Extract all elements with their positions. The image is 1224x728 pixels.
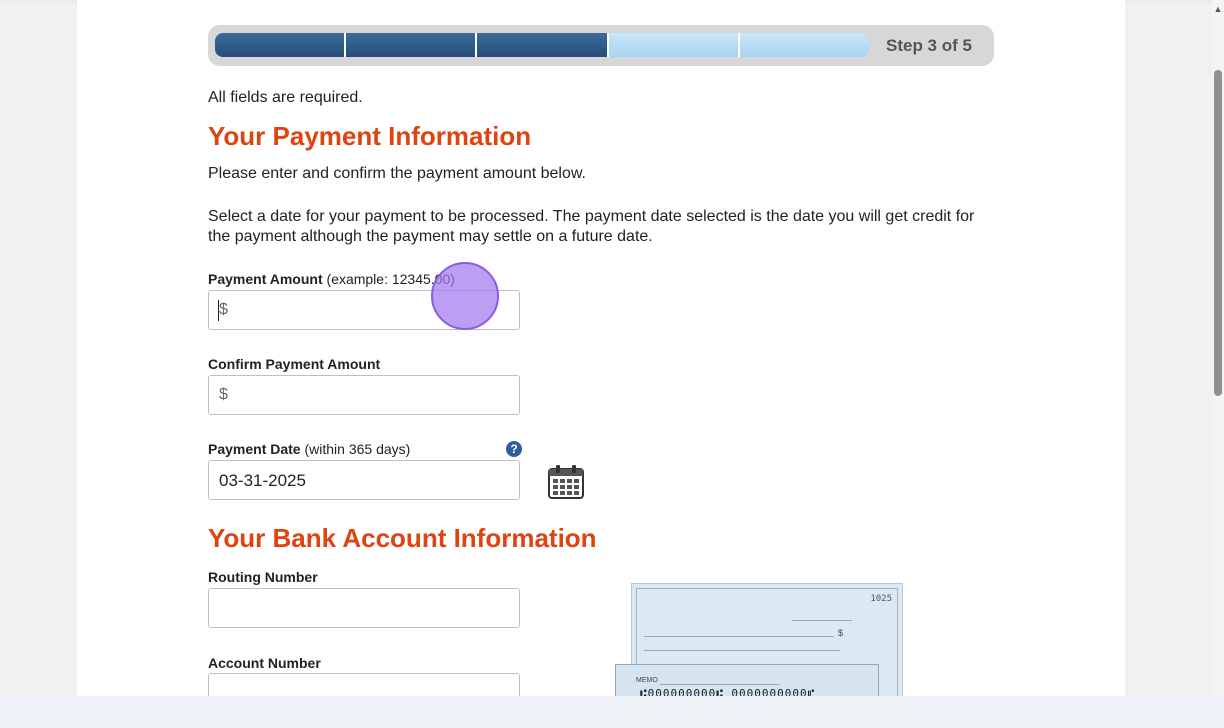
payment-date-label-text: Payment Date (208, 441, 301, 457)
confirm-amount-input[interactable]: $ (208, 375, 520, 415)
step-label: Step 3 of 5 (886, 36, 972, 55)
payment-date-hint: (within 365 days) (304, 441, 411, 457)
payment-date-label: Payment Date (within 365 days) (208, 441, 410, 457)
check-payee-line (644, 636, 834, 637)
scroll-up-arrow-icon[interactable]: ▲ (1213, 4, 1223, 14)
check-amount-line (644, 650, 840, 651)
payment-heading: Your Payment Information (208, 121, 532, 151)
payment-amount-prefix: $ (219, 301, 228, 318)
question-circle-icon[interactable]: ? (506, 441, 522, 457)
payment-amount-label: Payment Amount (example: 12345.00) (208, 271, 455, 287)
check-illustration-front: MEMO ⑆000000000⑆ 0000000000⑈ (615, 664, 879, 696)
payment-form-page: Step 3 of 5 All fields are required. You… (77, 0, 1125, 696)
check-memo-line (660, 684, 780, 685)
payment-amount-label-text: Payment Amount (208, 271, 323, 287)
check-memo-label: MEMO (636, 677, 658, 684)
routing-number-label: Routing Number (208, 569, 318, 585)
progress-segment-2 (344, 33, 476, 57)
confirm-amount-label: Confirm Payment Amount (208, 356, 380, 372)
progress-segment-1 (215, 33, 345, 57)
calendar-icon[interactable] (547, 464, 585, 500)
click-indicator (431, 262, 499, 330)
check-dollar-sign: $ (838, 628, 844, 638)
scrollbar-thumb[interactable] (1214, 70, 1222, 396)
confirm-amount-label-text: Confirm Payment Amount (208, 356, 381, 372)
routing-number-label-text: Routing Number (208, 569, 318, 585)
progress-bar: Step 3 of 5 (208, 25, 994, 66)
check-micr-line: ⑆000000000⑆ 0000000000⑈ (640, 687, 816, 696)
account-number-label-text: Account Number (208, 655, 321, 671)
bank-heading: Your Bank Account Information (208, 523, 597, 553)
check-date-line (792, 620, 852, 621)
account-number-label: Account Number (208, 655, 321, 671)
routing-number-input[interactable] (208, 588, 520, 628)
payment-date-instructions: Select a date for your payment to be pro… (208, 208, 975, 245)
check-number: 1025 (870, 594, 892, 604)
progress-track (215, 33, 869, 57)
bottom-bar (0, 696, 1224, 728)
text-caret (218, 300, 219, 321)
required-note: All fields are required. (208, 89, 363, 106)
account-number-input[interactable] (208, 673, 520, 696)
payment-date-value: 03-31-2025 (219, 471, 306, 490)
payment-instructions: Please enter and confirm the payment amo… (208, 165, 586, 182)
progress-segment-3 (475, 33, 607, 57)
progress-segment-4 (606, 33, 738, 57)
progress-segment-5 (737, 33, 869, 57)
payment-date-input[interactable]: 03-31-2025 (208, 460, 520, 500)
confirm-amount-prefix: $ (219, 386, 228, 403)
